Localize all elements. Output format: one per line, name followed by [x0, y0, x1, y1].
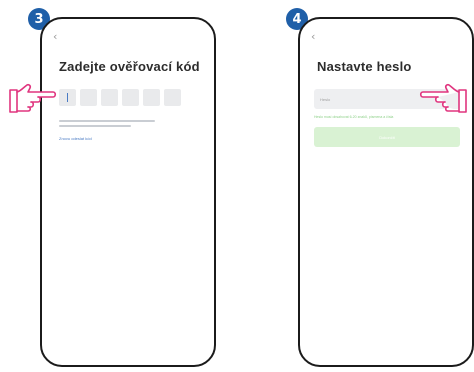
- done-button[interactable]: Dokončit: [314, 127, 460, 147]
- page-title: Nastavte heslo: [317, 59, 412, 74]
- phone-screen-password: ‹ Nastavte heslo Heslo Heslo musí obsaho…: [298, 17, 474, 367]
- info-text-line: [59, 125, 131, 127]
- phone-screen-verification: ‹ Zadejte ověřovací kód Znovu odeslat kó…: [40, 17, 216, 367]
- code-digit-box[interactable]: [143, 89, 160, 106]
- page-title: Zadejte ověřovací kód: [59, 59, 200, 74]
- password-placeholder: Heslo: [320, 96, 331, 102]
- password-hint: Heslo musí obsahovat 6-20 znaků, písmena…: [314, 115, 394, 119]
- chevron-left-icon[interactable]: ‹: [311, 31, 315, 42]
- code-digit-box[interactable]: [101, 89, 118, 106]
- chevron-left-icon[interactable]: ‹: [53, 31, 57, 42]
- code-digit-box[interactable]: [59, 89, 76, 106]
- info-text-line: [59, 120, 155, 122]
- pointing-hand-icon: [9, 83, 57, 113]
- verification-code-input[interactable]: [59, 89, 181, 106]
- code-digit-box[interactable]: [80, 89, 97, 106]
- code-digit-box[interactable]: [122, 89, 139, 106]
- pointing-hand-icon: [419, 83, 467, 113]
- code-digit-box[interactable]: [164, 89, 181, 106]
- resend-code-link[interactable]: Znovu odeslat kód: [59, 136, 92, 141]
